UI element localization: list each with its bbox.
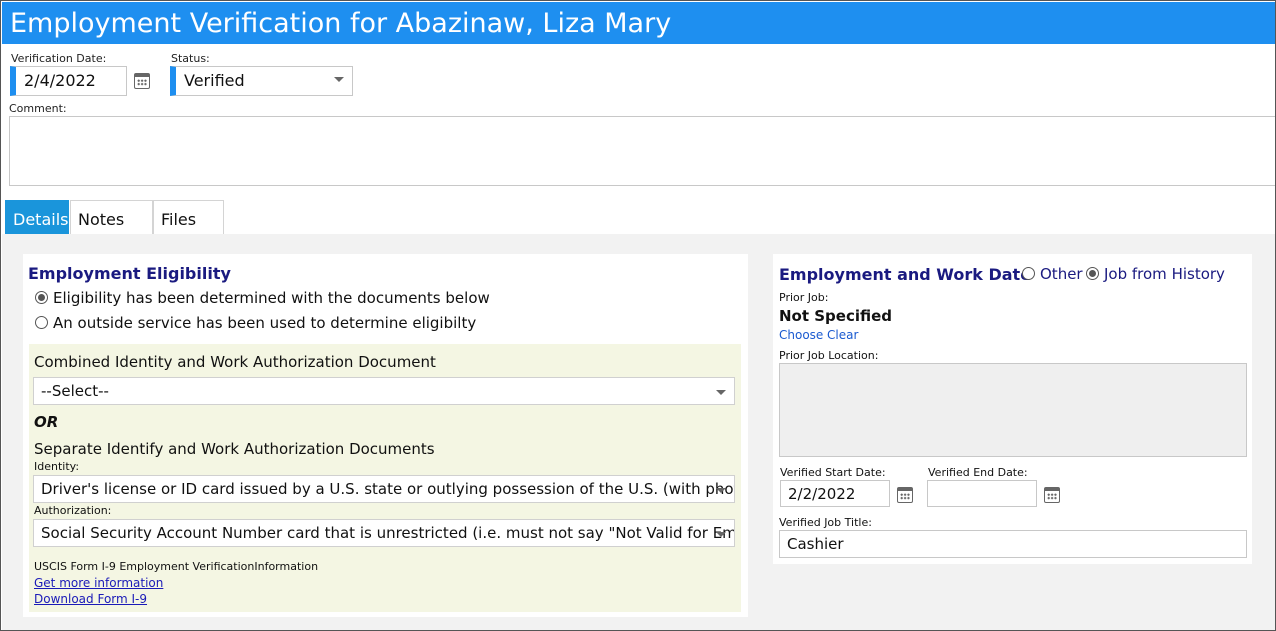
combined-document-label: Combined Identity and Work Authorization… bbox=[34, 353, 436, 371]
eligibility-option-outside-service[interactable]: An outside service has been used to dete… bbox=[35, 314, 476, 332]
prior-job-location-label: Prior Job Location: bbox=[779, 349, 879, 362]
status-select[interactable]: Verified bbox=[170, 66, 353, 96]
tab-details[interactable]: Details bbox=[5, 200, 69, 234]
comment-label: Comment: bbox=[9, 102, 67, 115]
eligibility-option-documents-label: Eligibility has been determined with the… bbox=[53, 289, 490, 307]
identity-label: Identity: bbox=[34, 460, 80, 473]
identity-document-select[interactable]: Driver's license or ID card issued by a … bbox=[33, 475, 735, 503]
mode-option-job-history[interactable]: Job from History bbox=[1086, 265, 1225, 283]
verified-job-title-label: Verified Job Title: bbox=[779, 516, 872, 529]
mode-option-other[interactable]: Other bbox=[1022, 265, 1083, 283]
verified-end-date-input[interactable] bbox=[927, 480, 1037, 507]
choose-prior-job-link[interactable]: Choose bbox=[779, 328, 823, 342]
verification-date-input[interactable]: 2/4/2022 bbox=[10, 66, 127, 96]
combined-document-select[interactable]: --Select-- bbox=[33, 377, 735, 405]
authorization-document-value: Social Security Account Number card that… bbox=[41, 524, 734, 542]
calendar-icon[interactable] bbox=[134, 73, 150, 89]
radio-unselected-icon[interactable] bbox=[35, 316, 48, 329]
verification-date-label: Verification Date: bbox=[11, 52, 107, 65]
employment-verification-window: Employment Verification for Abazinaw, Li… bbox=[0, 0, 1276, 631]
eligibility-option-outside-label: An outside service has been used to dete… bbox=[53, 314, 477, 332]
mode-option-job-history-label: Job from History bbox=[1104, 265, 1225, 283]
combined-document-value: --Select-- bbox=[41, 382, 109, 400]
chevron-down-icon bbox=[716, 488, 726, 493]
separate-documents-label: Separate Identify and Work Authorization… bbox=[34, 440, 435, 458]
eligibility-heading: Employment Eligibility bbox=[28, 264, 231, 283]
window-title: Employment Verification for Abazinaw, Li… bbox=[2, 2, 1275, 44]
comment-textarea[interactable] bbox=[9, 116, 1275, 186]
verified-job-title-input[interactable]: Cashier bbox=[779, 530, 1247, 558]
verified-end-date-label: Verified End Date: bbox=[928, 466, 1028, 479]
identity-document-value: Driver's license or ID card issued by a … bbox=[41, 480, 734, 498]
verified-start-date-label: Verified Start Date: bbox=[780, 466, 886, 479]
tab-notes[interactable]: Notes (0) bbox=[70, 200, 153, 267]
authorization-document-select[interactable]: Social Security Account Number card that… bbox=[33, 519, 735, 547]
calendar-icon[interactable] bbox=[897, 487, 913, 503]
prior-job-location-field bbox=[779, 363, 1247, 457]
work-date-heading: Employment and Work Date bbox=[779, 265, 1032, 284]
verified-start-date-input[interactable]: 2/2/2022 bbox=[780, 480, 890, 507]
prior-job-value: Not Specified bbox=[779, 307, 893, 325]
status-select-value: Verified bbox=[184, 71, 245, 90]
calendar-icon[interactable] bbox=[1044, 487, 1060, 503]
or-label: OR bbox=[34, 413, 59, 431]
radio-unselected-icon[interactable] bbox=[1022, 267, 1035, 280]
clear-prior-job-link[interactable]: Clear bbox=[827, 328, 858, 342]
prior-job-label: Prior Job: bbox=[779, 291, 829, 304]
chevron-down-icon bbox=[716, 390, 726, 395]
eligibility-option-documents[interactable]: Eligibility has been determined with the… bbox=[35, 289, 490, 307]
authorization-label: Authorization: bbox=[34, 504, 112, 517]
tab-files[interactable]: Files (0) bbox=[153, 200, 224, 267]
chevron-down-icon bbox=[334, 77, 344, 82]
chevron-down-icon bbox=[716, 532, 726, 537]
radio-selected-icon[interactable] bbox=[35, 291, 48, 304]
uscis-form-label: USCIS Form I-9 Employment VerificationIn… bbox=[34, 560, 319, 573]
status-label: Status: bbox=[171, 52, 210, 65]
get-more-information-link[interactable]: Get more information bbox=[34, 576, 163, 590]
download-form-i9-link[interactable]: Download Form I-9 bbox=[34, 592, 147, 606]
mode-option-other-label: Other bbox=[1040, 265, 1083, 283]
radio-selected-icon[interactable] bbox=[1086, 267, 1099, 280]
